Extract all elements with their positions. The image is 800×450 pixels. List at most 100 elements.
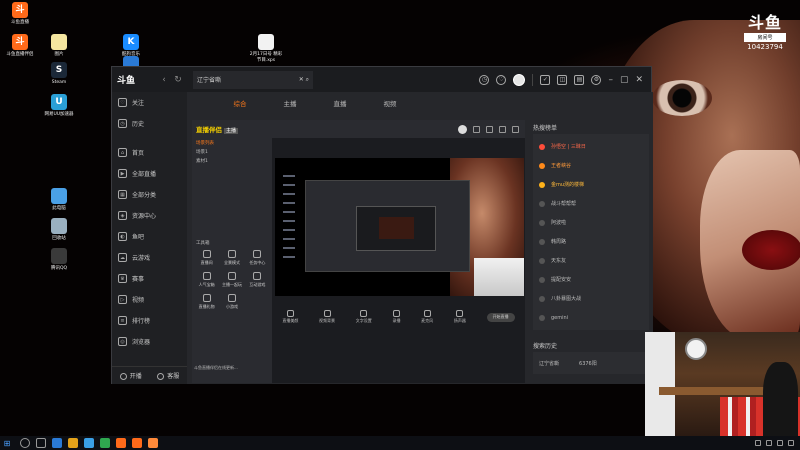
companion-close-icon (512, 125, 519, 133)
hot-search-text: 孙悟空 | 三昧日 (551, 144, 586, 150)
desktop-icon[interactable]: 2月17日号 精彩节目.xps (248, 34, 284, 64)
hot-search-item[interactable]: 八卦暴图大战 (533, 289, 649, 308)
desktop-icon[interactable]: 回收站 (41, 218, 77, 242)
favorite-icon[interactable]: ♡ (496, 74, 507, 85)
sidebar: ♡ 关注 ◷ 历史 ⌂ 首页 ▶ 全部直播 ▦ 全部分类 ◈ 资源中心 ◐ 鱼吧 ☁ 云游戏 ♛ 赛事 ▷ 视频 ≡ 排行… (112, 92, 187, 384)
category-tab[interactable]: 综合 (215, 98, 265, 108)
hot-search-item[interactable]: 战斗帮帮帮 (533, 194, 649, 213)
category-tab[interactable]: 视频 (365, 98, 415, 108)
main-content: 综合 主播 直播 视频 直播伴侣 主播 场景列表 场景1 素材1 工具箱 直播间… (187, 92, 653, 384)
volume-icon[interactable] (777, 440, 783, 446)
stream-preview[interactable]: 直播伴侣 主播 场景列表 场景1 素材1 工具箱 直播间 全景模式 任务中心 人… (192, 120, 525, 383)
start-broadcast-button[interactable]: 开播 (119, 371, 142, 380)
search-icon[interactable] (20, 438, 30, 448)
divider (532, 73, 534, 86)
sidebar-item[interactable]: ◎ 浏览器 (112, 331, 187, 352)
hot-search-item[interactable]: 韩周路 (533, 232, 649, 251)
cloud-game-icon: ☁ (118, 253, 127, 262)
sidebar-item-label: 全部分类 (132, 192, 157, 199)
windows-start-icon[interactable]: ⊞ (0, 436, 14, 450)
sidebar-item[interactable]: ◐ 鱼吧 (112, 226, 187, 247)
hot-search-text: 韩周路 (551, 239, 567, 245)
tray-icon[interactable] (766, 440, 772, 446)
refresh-icon[interactable]: ↻ (171, 75, 185, 85)
desktop-icon[interactable]: U 网易UU加速器 (41, 94, 77, 118)
app-icon[interactable] (100, 438, 110, 448)
desktop-icon[interactable]: 此电脑 (41, 188, 77, 212)
skin-icon[interactable]: ◫ (557, 74, 568, 85)
history-clock-icon[interactable]: ◷ (479, 74, 490, 85)
minimize-button[interactable]: – (608, 75, 613, 85)
desktop-icon-label: 图片 (54, 52, 64, 57)
desktop-icon-image: 斗 (12, 34, 28, 50)
hot-search-item[interactable]: 阿波啦 (533, 213, 649, 232)
tray-icon[interactable] (755, 440, 761, 446)
sidebar-item[interactable]: ☁ 云游戏 (112, 247, 187, 268)
companion-tools-label: 工具箱 (196, 240, 210, 246)
tool-label: 任务中心 (249, 260, 266, 265)
close-button[interactable]: ✕ (635, 75, 643, 85)
hot-search-item[interactable]: 金mu测的楼梯 (533, 175, 649, 194)
wallpaper-lips (742, 230, 800, 270)
hot-search-text: 天东友 (551, 258, 567, 264)
search-tab[interactable]: 辽宁省嘶 ✕ ⌕ (193, 70, 313, 89)
stream-screen: 直播伴侣 主播 场景列表 场景1 素材1 工具箱 直播间 全景模式 任务中心 人… (192, 120, 525, 383)
task-icon[interactable]: ✓ (540, 74, 551, 85)
rank-dot (539, 314, 545, 321)
sidebar-item[interactable]: ▶ 全部直播 (112, 163, 187, 184)
companion-minimize-icon (499, 125, 506, 133)
toolbar-icon (360, 310, 368, 317)
hot-search-list: 孙悟空 | 三昧日王者峡谷 金mu测的楼梯 战斗帮帮帮 阿波啦韩周路天东友提配安安 八卦… (533, 134, 649, 330)
sidebar-item[interactable]: ▦ 全部分类 (112, 184, 187, 205)
chrome-icon[interactable] (84, 438, 94, 448)
settings-icon[interactable]: ⚙ (591, 74, 602, 85)
sidebar-item[interactable]: ♛ 赛事 (112, 268, 187, 289)
sidebar-item-label: 浏览器 (132, 339, 151, 346)
tool-icon (227, 250, 236, 258)
hot-search-item[interactable]: 王者峡谷 (533, 156, 649, 175)
network-icon[interactable] (788, 440, 794, 446)
desktop-icon[interactable]: S Steam (41, 62, 77, 86)
douyu-taskbar-icon[interactable] (116, 438, 126, 448)
message-icon[interactable]: ▤ (574, 74, 585, 85)
desktop-icon-image: U (51, 94, 67, 110)
back-icon[interactable]: ‹ (157, 75, 171, 85)
sidebar-item[interactable]: ♡ 关注 (112, 92, 187, 113)
douyu-companion-taskbar-icon[interactable] (132, 438, 142, 448)
hot-search-item[interactable]: 天东友 (533, 251, 649, 270)
history-item[interactable]: 6376阳 (579, 360, 597, 367)
maximize-button[interactable]: ▢ (620, 75, 629, 85)
sidebar-item[interactable]: ⌂ 首页 (112, 142, 187, 163)
customer-service-button[interactable]: 客服 (157, 371, 179, 380)
desktop-icon[interactable]: 图片 (41, 34, 77, 58)
companion-preview-screen (275, 158, 524, 296)
task-view-icon[interactable] (36, 438, 46, 448)
toolbar-label: 文字设置 (355, 318, 372, 323)
history-item[interactable]: 辽宁省嘶 (539, 360, 559, 367)
close-tab-icon[interactable]: ✕ ⌕ (299, 76, 309, 84)
sidebar-item[interactable]: ≡ 排行榜 (112, 310, 187, 331)
sidebar-item[interactable]: ◷ 历史 (112, 113, 187, 134)
sidebar-item[interactable]: ▷ 视频 (112, 289, 187, 310)
explorer-icon[interactable] (68, 438, 78, 448)
desktop-icon-image: S (51, 62, 67, 78)
user-avatar[interactable] (513, 73, 526, 86)
edge-icon[interactable] (52, 438, 62, 448)
desktop-icon[interactable]: 腾讯QQ (41, 248, 77, 272)
browser-taskbar-icon[interactable] (148, 438, 158, 448)
desktop-icon-label: 回收站 (52, 236, 66, 241)
app-logo[interactable]: 斗鱼 (117, 73, 157, 86)
hot-search-item[interactable]: 提配安安 (533, 270, 649, 289)
sidebar-item[interactable]: ◈ 资源中心 (112, 205, 187, 226)
rank-dot (539, 276, 545, 283)
hot-search-item[interactable]: 孙悟空 | 三昧日 (533, 137, 649, 156)
tool-icon (227, 294, 236, 302)
desktop-icon[interactable]: 斗斗鱼直播 (2, 2, 38, 26)
douyu-app-window: 斗鱼 ‹ ↻ 辽宁省嘶 ✕ ⌕ ◷ ♡ ✓ ◫ ▤ ⚙ – ▢ ✕ ♡ 关注 ◷… (111, 66, 653, 384)
category-tab[interactable]: 主播 (265, 98, 315, 108)
desktop-icon[interactable]: K 酷狗音乐 (113, 34, 149, 58)
desktop-icon[interactable]: 斗斗鱼直播伴侣 (2, 34, 38, 58)
companion-tool: 直播间 (194, 250, 219, 266)
category-tab[interactable]: 直播 (315, 98, 365, 108)
hot-search-item[interactable]: gemini (533, 308, 649, 327)
